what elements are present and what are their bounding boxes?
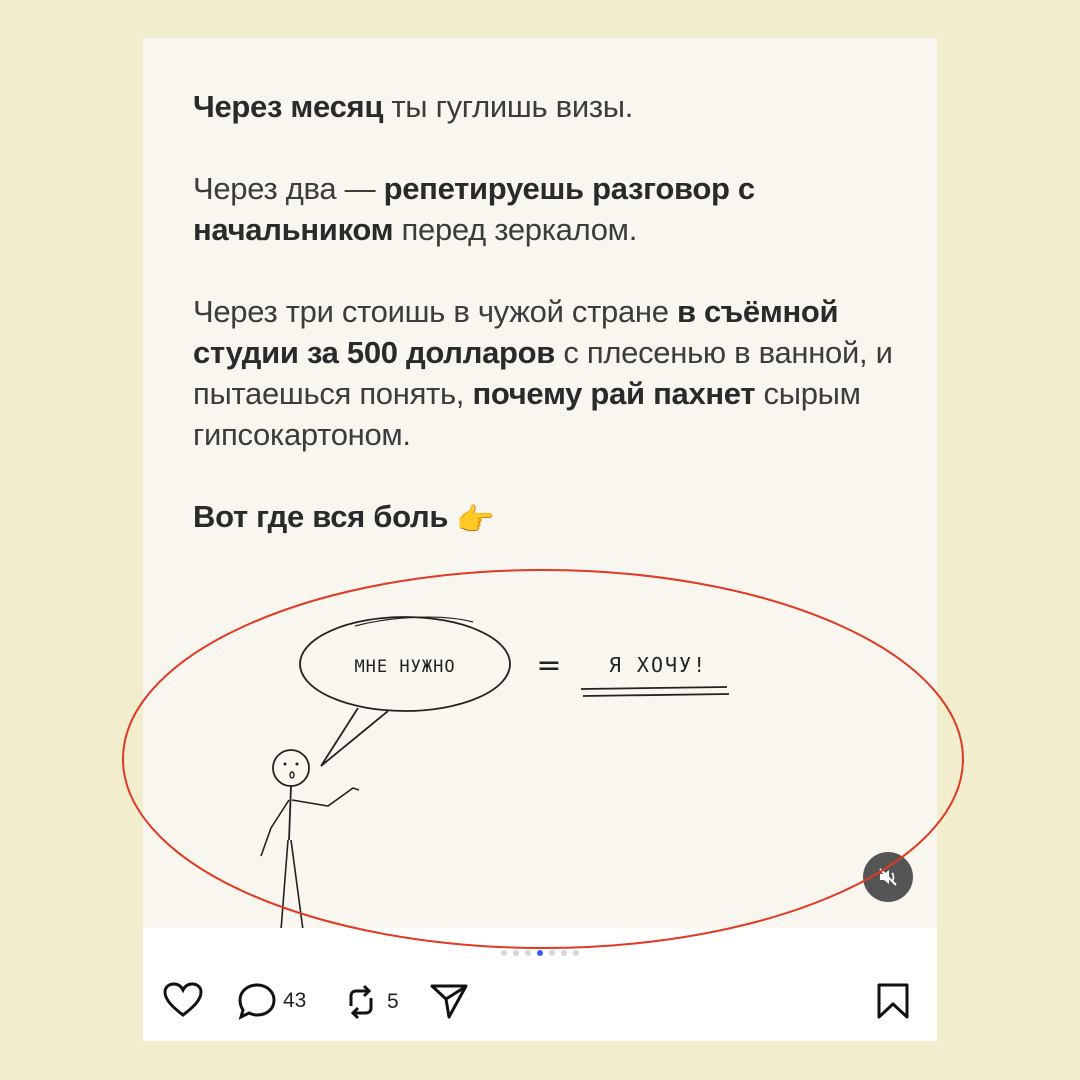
figure-right-leg xyxy=(290,839,304,928)
share-icon xyxy=(430,984,468,1019)
post-paragraph: Через два — репетируешь разговор с начал… xyxy=(193,168,893,250)
share-button[interactable] xyxy=(429,982,469,1020)
carousel-indicator xyxy=(143,950,937,958)
pointing-right-emoji: 👉 xyxy=(456,502,495,537)
figure-body xyxy=(288,785,292,841)
bold-phrase: Через месяц xyxy=(193,89,384,124)
carousel-dot xyxy=(573,950,579,956)
answer-text: Я ХОЧУ! xyxy=(609,653,707,677)
bold-phrase: Вот где вся боль xyxy=(193,499,457,534)
post-media[interactable]: Через месяц ты гуглишь визы. Через два — … xyxy=(143,38,937,928)
post-paragraph: Через три стоишь в чужой стране в съёмно… xyxy=(193,291,893,455)
post-text: Через месяц ты гуглишь визы. Через два — … xyxy=(193,86,893,581)
heart-icon xyxy=(163,982,203,1017)
repost-button[interactable]: 5 xyxy=(341,982,399,1022)
carousel-dot xyxy=(561,950,567,956)
bookmark-icon xyxy=(877,983,909,1019)
speech-text: МНЕ НУЖНО xyxy=(354,657,455,677)
post-paragraph: Через месяц ты гуглишь визы. xyxy=(193,86,893,127)
comments-count: 43 xyxy=(283,989,307,1012)
speech-bubble-tail xyxy=(320,707,389,767)
figure-head xyxy=(272,749,310,787)
reposts-count: 5 xyxy=(387,990,399,1013)
text-phrase: перед зеркалом. xyxy=(393,212,638,247)
carousel-dot xyxy=(501,950,507,956)
text-phrase: Через два — xyxy=(193,171,384,206)
carousel-dot xyxy=(537,950,543,956)
bold-phrase: почему рай пахнет xyxy=(472,376,756,411)
post-card: Через месяц ты гуглишь визы. Через два — … xyxy=(143,38,937,1041)
comment-icon xyxy=(238,983,276,1020)
stick-figure-drawing: МНЕ НУЖНО = Я ХОЧУ! xyxy=(260,616,730,928)
figure-left-leg xyxy=(280,839,289,928)
equals-sign: = xyxy=(536,648,561,683)
repost-icon xyxy=(349,984,373,1020)
carousel-dot xyxy=(513,950,519,956)
figure-right-arm xyxy=(291,787,360,807)
text-phrase: Через три стоишь в чужой стране xyxy=(193,294,677,329)
post-paragraph: Вот где вся боль 👉 xyxy=(193,496,893,540)
comment-button[interactable]: 43 xyxy=(237,982,306,1020)
muted-speaker-icon xyxy=(879,868,897,886)
action-bar: 43 5 xyxy=(163,982,923,1022)
like-button[interactable] xyxy=(163,982,203,1018)
carousel-dot xyxy=(525,950,531,956)
figure-left-arm xyxy=(260,799,290,857)
mute-button[interactable] xyxy=(863,852,913,902)
bookmark-button[interactable] xyxy=(875,982,911,1020)
text-phrase: ты гуглишь визы. xyxy=(383,89,634,124)
carousel-dot xyxy=(549,950,555,956)
